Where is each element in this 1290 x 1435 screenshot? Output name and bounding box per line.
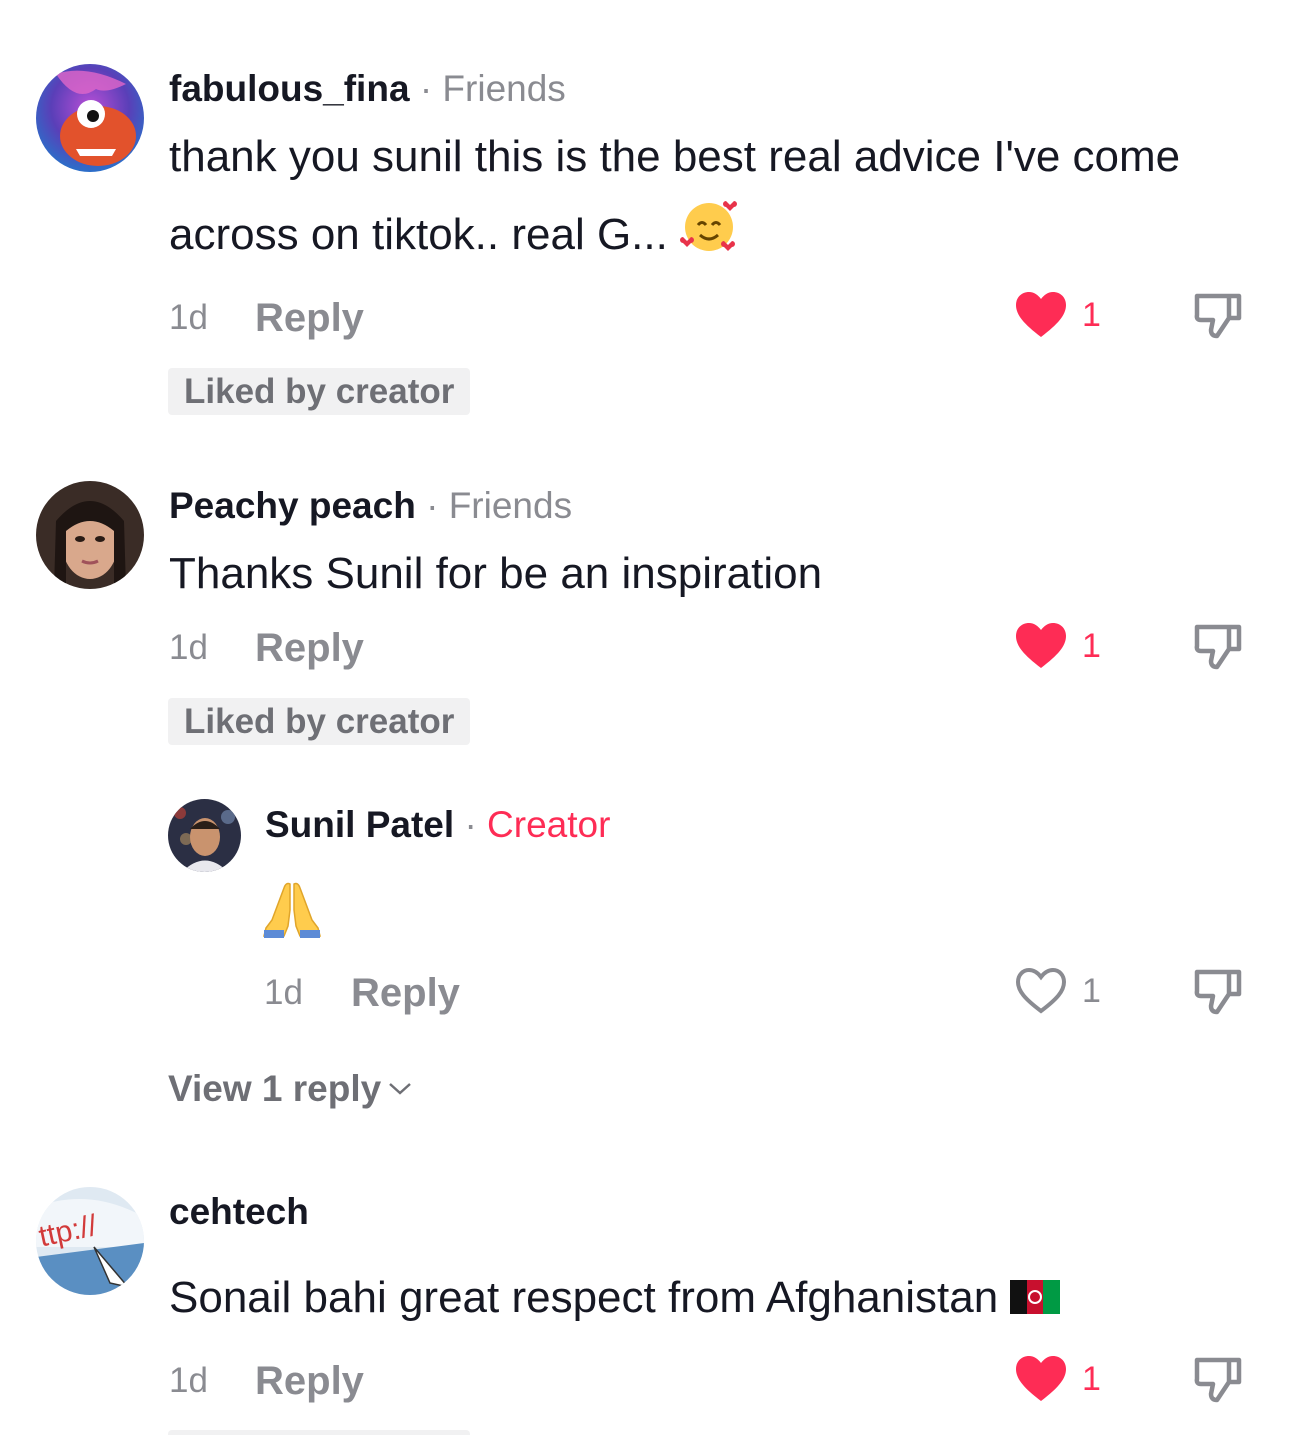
creator-tag: Creator bbox=[487, 804, 611, 845]
reply-username[interactable]: Sunil Patel · Creator bbox=[265, 803, 610, 847]
separator-dot: · bbox=[426, 485, 439, 526]
username-text[interactable]: cehtech bbox=[169, 1191, 309, 1232]
comment-text: Sonail bahi great respect from Afghanist… bbox=[169, 1259, 1061, 1339]
comment-text-content: Sonail bahi great respect from Afghanist… bbox=[169, 1273, 999, 1322]
username-text[interactable]: fabulous_fina bbox=[169, 68, 410, 109]
dislike-button[interactable] bbox=[1193, 621, 1243, 676]
thumbs-down-icon bbox=[1194, 293, 1242, 339]
folded-hands-icon bbox=[262, 880, 322, 943]
like-count: 1 bbox=[1082, 296, 1101, 334]
reply-button[interactable]: Reply bbox=[255, 626, 364, 670]
separator-dot: · bbox=[464, 804, 477, 845]
chevron-down-icon bbox=[389, 1083, 412, 1095]
like-button[interactable]: 1 bbox=[1014, 967, 1101, 1015]
comment-username[interactable]: cehtech bbox=[169, 1190, 309, 1234]
like-count: 1 bbox=[1082, 1360, 1101, 1398]
username-text[interactable]: Peachy peach bbox=[169, 485, 416, 526]
comment-text-content: across on tiktok.. real G... bbox=[169, 210, 668, 259]
separator-dot: · bbox=[419, 68, 433, 109]
like-count: 1 bbox=[1082, 627, 1101, 665]
heart-filled-icon bbox=[1016, 1356, 1066, 1401]
reply-button[interactable]: Reply bbox=[255, 296, 364, 340]
liked-by-creator-badge: Liked by creator bbox=[168, 368, 471, 415]
username-text[interactable]: Sunil Patel bbox=[265, 804, 454, 845]
comment-text: Thanks Sunil for be an inspiration bbox=[169, 549, 823, 598]
heart-outline-icon bbox=[1015, 967, 1067, 1014]
avatar-image bbox=[36, 481, 144, 589]
comment-time: 1d bbox=[169, 1361, 208, 1400]
avatar-image: ttp:// bbox=[36, 1187, 144, 1295]
view-replies-button[interactable]: View 1 reply bbox=[168, 1067, 413, 1111]
friends-tag: Friends bbox=[442, 68, 566, 109]
comment-text-line-2: across on tiktok.. real G... bbox=[169, 196, 738, 278]
thumbs-down-icon bbox=[1194, 624, 1242, 670]
reply-time: 1d bbox=[264, 973, 303, 1012]
thumbs-down-icon bbox=[1194, 1357, 1242, 1403]
afghanistan-flag-icon bbox=[1010, 1261, 1061, 1339]
avatar-image bbox=[168, 799, 241, 872]
like-button[interactable]: 1 bbox=[1014, 1355, 1101, 1403]
comment-time: 1d bbox=[169, 628, 208, 667]
like-button[interactable]: 1 bbox=[1014, 622, 1101, 670]
comment-time: 1d bbox=[169, 298, 208, 337]
heart-filled-icon bbox=[1016, 292, 1066, 337]
dislike-button[interactable] bbox=[1193, 1354, 1243, 1409]
avatar-image bbox=[36, 64, 144, 172]
heart-filled-icon bbox=[1016, 623, 1066, 668]
smiling-face-with-hearts-icon bbox=[680, 197, 738, 278]
avatar[interactable] bbox=[168, 799, 241, 872]
avatar[interactable] bbox=[36, 481, 144, 589]
like-count: 1 bbox=[1082, 972, 1101, 1010]
liked-by-creator-badge-partial bbox=[168, 1430, 470, 1435]
thumbs-down-icon bbox=[1194, 969, 1242, 1015]
reply-button[interactable]: Reply bbox=[351, 971, 460, 1015]
liked-by-creator-badge: Liked by creator bbox=[168, 698, 471, 745]
comment-text-line-1: thank you sunil this is the best real ad… bbox=[169, 132, 1181, 181]
friends-tag: Friends bbox=[448, 485, 573, 526]
view-replies-label: View 1 reply bbox=[168, 1068, 382, 1109]
avatar[interactable]: ttp:// bbox=[36, 1187, 144, 1295]
like-button[interactable]: 1 bbox=[1014, 291, 1101, 339]
avatar[interactable] bbox=[36, 64, 144, 172]
comment-username[interactable]: fabulous_fina · Friends bbox=[169, 67, 566, 111]
dislike-button[interactable] bbox=[1193, 290, 1243, 345]
dislike-button[interactable] bbox=[1193, 966, 1243, 1021]
reply-button[interactable]: Reply bbox=[255, 1359, 364, 1403]
comment-username[interactable]: Peachy peach · Friends bbox=[169, 484, 572, 528]
